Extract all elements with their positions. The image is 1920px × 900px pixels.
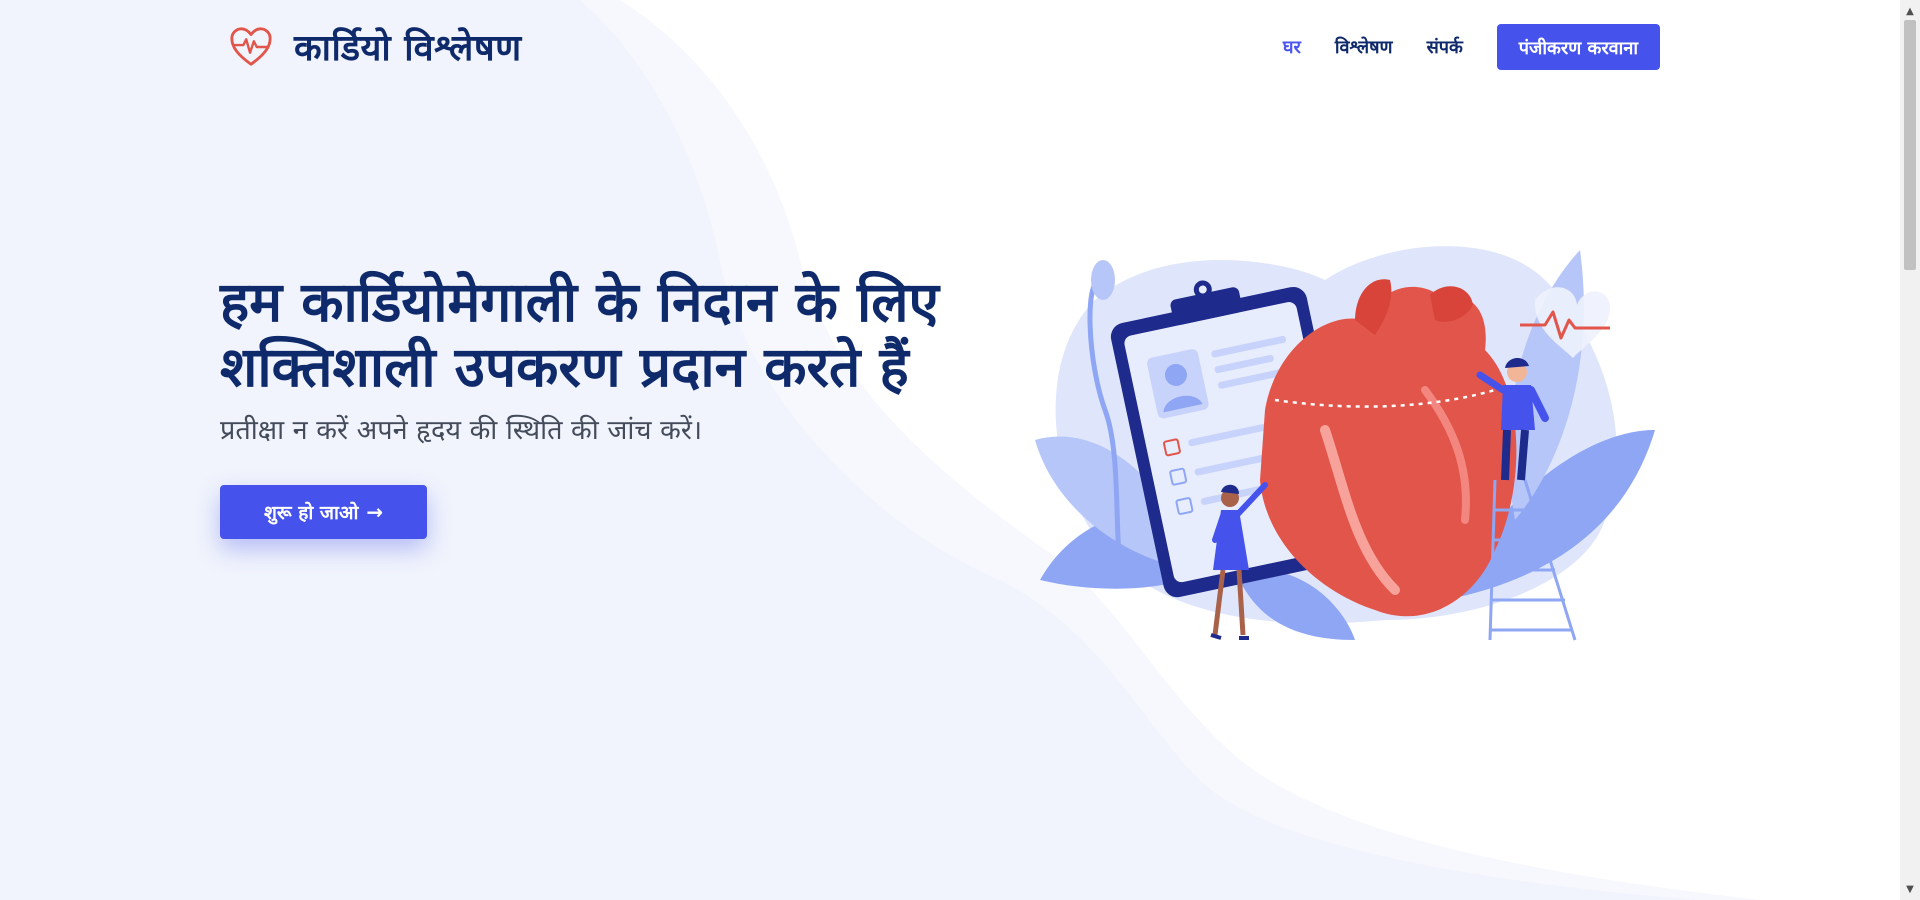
nav-item-analysis[interactable]: विश्लेषण	[1335, 35, 1393, 59]
scroll-down-icon[interactable]: ▼	[1900, 880, 1920, 898]
hero-subtitle: प्रतीक्षा न करें अपने हृदय की स्थिति की …	[220, 415, 703, 446]
heart-diagnosis-illustration	[1035, 246, 1655, 641]
nav-item-contact[interactable]: संपर्क	[1427, 35, 1463, 59]
navbar: कार्डियो विश्लेषण घर विश्लेषण संपर्क पंज…	[0, 0, 1900, 94]
nav-item-home[interactable]: घर	[1283, 35, 1301, 59]
get-started-button[interactable]: शुरू हो जाओ →	[220, 485, 428, 539]
vertical-scrollbar[interactable]: ▲ ▼	[1900, 0, 1920, 900]
brand-link[interactable]: कार्डियो विश्लेषण	[228, 22, 522, 71]
hero-title: हम कार्डियोमेगाली के निदान के लिए शक्तिश…	[220, 270, 939, 399]
heart-pulse-icon	[230, 26, 272, 66]
brand-name: कार्डियो विश्लेषण	[294, 28, 522, 69]
page: कार्डियो विश्लेषण घर विश्लेषण संपर्क पंज…	[0, 0, 1920, 900]
get-started-label: शुरू हो जाओ	[264, 502, 359, 524]
register-button[interactable]: पंजीकरण करवाना	[1496, 24, 1660, 70]
scroll-up-icon[interactable]: ▲	[1900, 2, 1920, 20]
arrow-right-icon: →	[366, 500, 384, 524]
nav-links: घर विश्लेषण संपर्क पंजीकरण करवाना	[1249, 24, 1660, 70]
hero-section: हम कार्डियोमेगाली के निदान के लिए शक्तिश…	[220, 270, 980, 539]
scrollbar-thumb[interactable]	[1904, 20, 1916, 270]
